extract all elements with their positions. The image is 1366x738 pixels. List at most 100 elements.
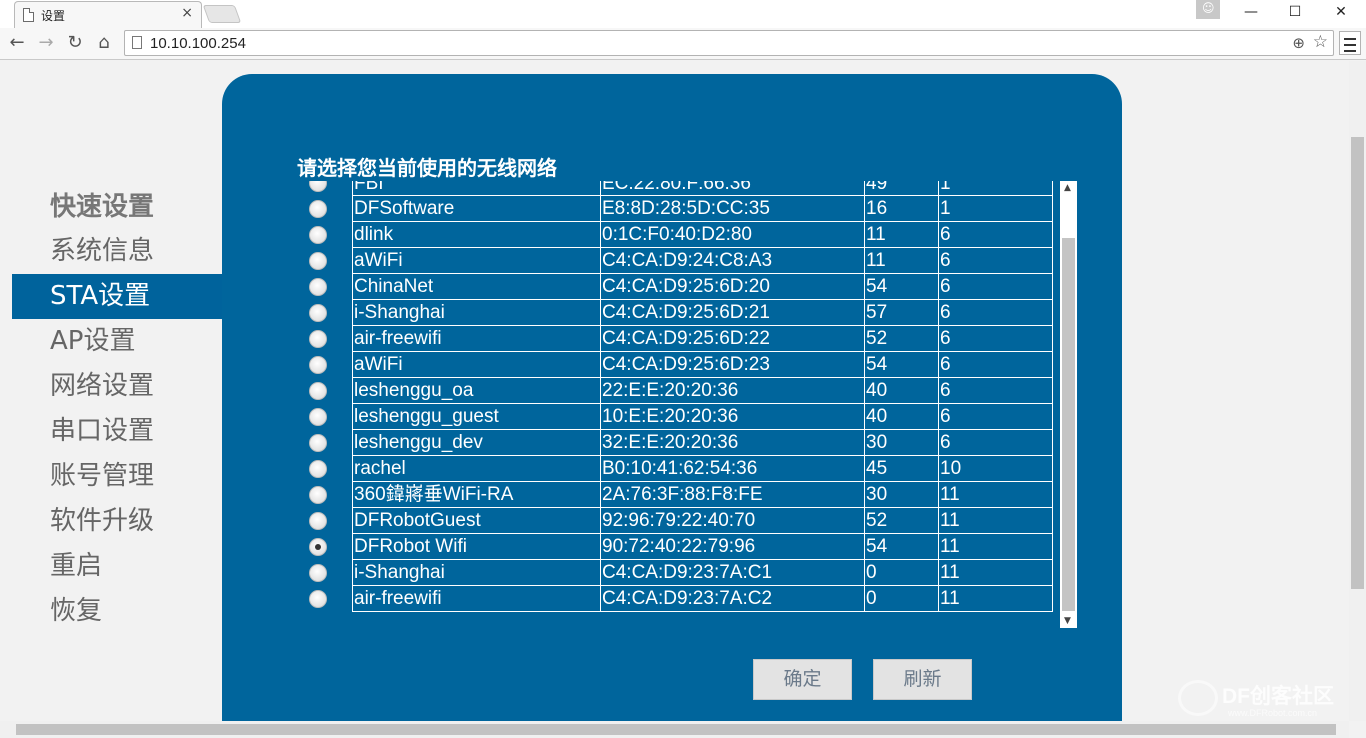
table-row[interactable]: air-freewifi C4:CA:D9:23:7A:C2 0 11 <box>309 586 1053 612</box>
bookmark-star-icon[interactable]: ☆ <box>1313 32 1328 52</box>
signal-cell: 40 <box>864 378 939 404</box>
table-row[interactable]: aWiFi C4:CA:D9:25:6D:23 54 6 <box>309 352 1053 378</box>
network-radio[interactable] <box>309 226 327 244</box>
browser-tab[interactable]: 设置 × <box>14 1 202 28</box>
watermark-text: DF创客社区 <box>1222 685 1334 708</box>
user-profile-icon[interactable] <box>1196 0 1220 19</box>
network-radio[interactable] <box>309 564 327 582</box>
url-text[interactable]: 10.10.100.254 <box>150 35 246 52</box>
zoom-icon[interactable]: ⊕ <box>1292 34 1305 52</box>
table-row[interactable]: DFRobot Wifi 90:72:40:22:79:96 54 11 <box>309 534 1053 560</box>
mac-cell: 32:E:E:20:20:36 <box>600 430 865 456</box>
wifi-network-list[interactable]: FBI EC:22:80:F:66:36 49 1 DFSoftware E8:8D:28… <box>309 181 1077 628</box>
network-radio[interactable] <box>309 408 327 426</box>
page-icon <box>23 8 34 22</box>
sidebar-item-ap-settings[interactable]: AP设置 <box>12 319 222 364</box>
network-radio[interactable] <box>309 512 327 530</box>
reload-icon[interactable]: ↻ <box>64 32 86 53</box>
sidebar-item-quick-setup[interactable]: 快速设置 <box>12 185 222 229</box>
mac-cell: 92:96:79:22:40:70 <box>600 508 865 534</box>
signal-cell: 57 <box>864 300 939 326</box>
network-radio[interactable] <box>309 200 327 218</box>
sidebar-item-restore[interactable]: 恢复 <box>12 589 222 634</box>
ssid-cell: DFRobot Wifi <box>352 534 601 560</box>
page-title: 请选择您当前使用的无线网络 <box>297 156 557 180</box>
sidebar-item-serial-settings[interactable]: 串口设置 <box>12 409 222 454</box>
network-radio[interactable] <box>309 252 327 270</box>
network-radio[interactable] <box>309 304 327 322</box>
minimize-button[interactable]: — <box>1236 4 1266 20</box>
network-radio[interactable] <box>309 330 327 348</box>
page-horizontal-scrollbar[interactable] <box>0 721 1349 738</box>
sidebar-item-sta-settings[interactable]: STA设置 <box>12 274 222 319</box>
address-bar[interactable]: 10.10.100.254 ⊕ ☆ <box>124 30 1334 56</box>
table-row[interactable]: dlink 0:1C:F0:40:D2:80 11 6 <box>309 222 1053 248</box>
table-row[interactable]: ChinaNet C4:CA:D9:25:6D:20 54 6 <box>309 274 1053 300</box>
table-row[interactable]: DFSoftware E8:8D:28:5D:CC:35 16 1 <box>309 196 1053 222</box>
table-row[interactable]: aWiFi C4:CA:D9:24:C8:A3 11 6 <box>309 248 1053 274</box>
mac-cell: B0:10:41:62:54:36 <box>600 456 865 482</box>
browser-titlebar: 设置 × — ☐ ✕ <box>0 0 1366 28</box>
channel-cell: 6 <box>938 378 1053 404</box>
channel-cell: 6 <box>938 274 1053 300</box>
tab-close-icon[interactable]: × <box>181 5 193 21</box>
channel-cell: 6 <box>938 326 1053 352</box>
table-row[interactable]: i-Shanghai C4:CA:D9:23:7A:C1 0 11 <box>309 560 1053 586</box>
ssid-cell: aWiFi <box>352 248 601 274</box>
scroll-down-icon[interactable]: ▼ <box>1064 616 1071 626</box>
tab-title: 设置 <box>41 9 66 23</box>
network-radio[interactable] <box>309 460 327 478</box>
maximize-button[interactable]: ☐ <box>1280 4 1310 20</box>
mac-cell: 90:72:40:22:79:96 <box>600 534 865 560</box>
back-icon[interactable]: ← <box>6 32 28 53</box>
ssid-cell: 360鍏嶈垂WiFi-RA <box>352 482 601 508</box>
channel-cell: 6 <box>938 404 1053 430</box>
page-vertical-scrollbar[interactable] <box>1349 61 1366 721</box>
home-icon[interactable]: ⌂ <box>93 32 115 53</box>
new-tab-button[interactable] <box>202 5 242 23</box>
confirm-button[interactable]: 确定 <box>753 659 852 700</box>
table-row[interactable]: air-freewifi C4:CA:D9:25:6D:22 52 6 <box>309 326 1053 352</box>
forward-icon[interactable]: → <box>35 32 57 53</box>
scrollbar-thumb[interactable] <box>16 724 1336 735</box>
sidebar-item-account[interactable]: 账号管理 <box>12 454 222 499</box>
scroll-up-icon[interactable]: ▲ <box>1064 183 1071 193</box>
table-row[interactable]: DFRobotGuest 92:96:79:22:40:70 52 11 <box>309 508 1053 534</box>
table-row[interactable]: rachel B0:10:41:62:54:36 45 10 <box>309 456 1053 482</box>
mac-cell: C4:CA:D9:23:7A:C2 <box>600 586 865 612</box>
sidebar-item-reboot[interactable]: 重启 <box>12 544 222 589</box>
network-radio[interactable] <box>309 590 327 608</box>
signal-cell: 54 <box>864 534 939 560</box>
refresh-button[interactable]: 刷新 <box>873 659 972 700</box>
scrollbar-thumb[interactable] <box>1062 238 1075 611</box>
table-row[interactable]: 360鍏嶈垂WiFi-RA 2A:76:3F:88:F8:FE 30 11 <box>309 482 1053 508</box>
scrollbar-thumb[interactable] <box>1351 137 1364 589</box>
channel-cell: 1 <box>938 181 1053 196</box>
table-row[interactable]: leshenggu_dev 32:E:E:20:20:36 30 6 <box>309 430 1053 456</box>
network-radio[interactable] <box>309 382 327 400</box>
channel-cell: 6 <box>938 222 1053 248</box>
network-radio[interactable] <box>309 434 327 452</box>
robot-logo-icon <box>1178 680 1218 716</box>
mac-cell: 10:E:E:20:20:36 <box>600 404 865 430</box>
mac-cell: C4:CA:D9:23:7A:C1 <box>600 560 865 586</box>
sidebar-item-network-settings[interactable]: 网络设置 <box>12 364 222 409</box>
network-radio[interactable] <box>309 356 327 374</box>
browser-toolbar: ← → ↻ ⌂ 10.10.100.254 ⊕ ☆ <box>0 28 1366 60</box>
signal-cell: 11 <box>864 248 939 274</box>
signal-cell: 0 <box>864 560 939 586</box>
network-radio[interactable] <box>309 278 327 296</box>
table-row[interactable]: leshenggu_guest 10:E:E:20:20:36 40 6 <box>309 404 1053 430</box>
table-row[interactable]: leshenggu_oa 22:E:E:20:20:36 40 6 <box>309 378 1053 404</box>
signal-cell: 0 <box>864 586 939 612</box>
table-row[interactable]: i-Shanghai C4:CA:D9:25:6D:21 57 6 <box>309 300 1053 326</box>
ssid-cell: ChinaNet <box>352 274 601 300</box>
network-radio[interactable] <box>309 538 327 556</box>
sidebar-item-system-info[interactable]: 系统信息 <box>12 229 222 274</box>
browser-menu-icon[interactable] <box>1339 31 1361 55</box>
network-radio[interactable] <box>309 486 327 504</box>
network-list-scrollbar[interactable]: ▲ ▼ <box>1060 181 1077 628</box>
close-window-button[interactable]: ✕ <box>1326 4 1356 20</box>
ssid-cell: DFSoftware <box>352 196 601 222</box>
sidebar-item-upgrade[interactable]: 软件升级 <box>12 499 222 544</box>
